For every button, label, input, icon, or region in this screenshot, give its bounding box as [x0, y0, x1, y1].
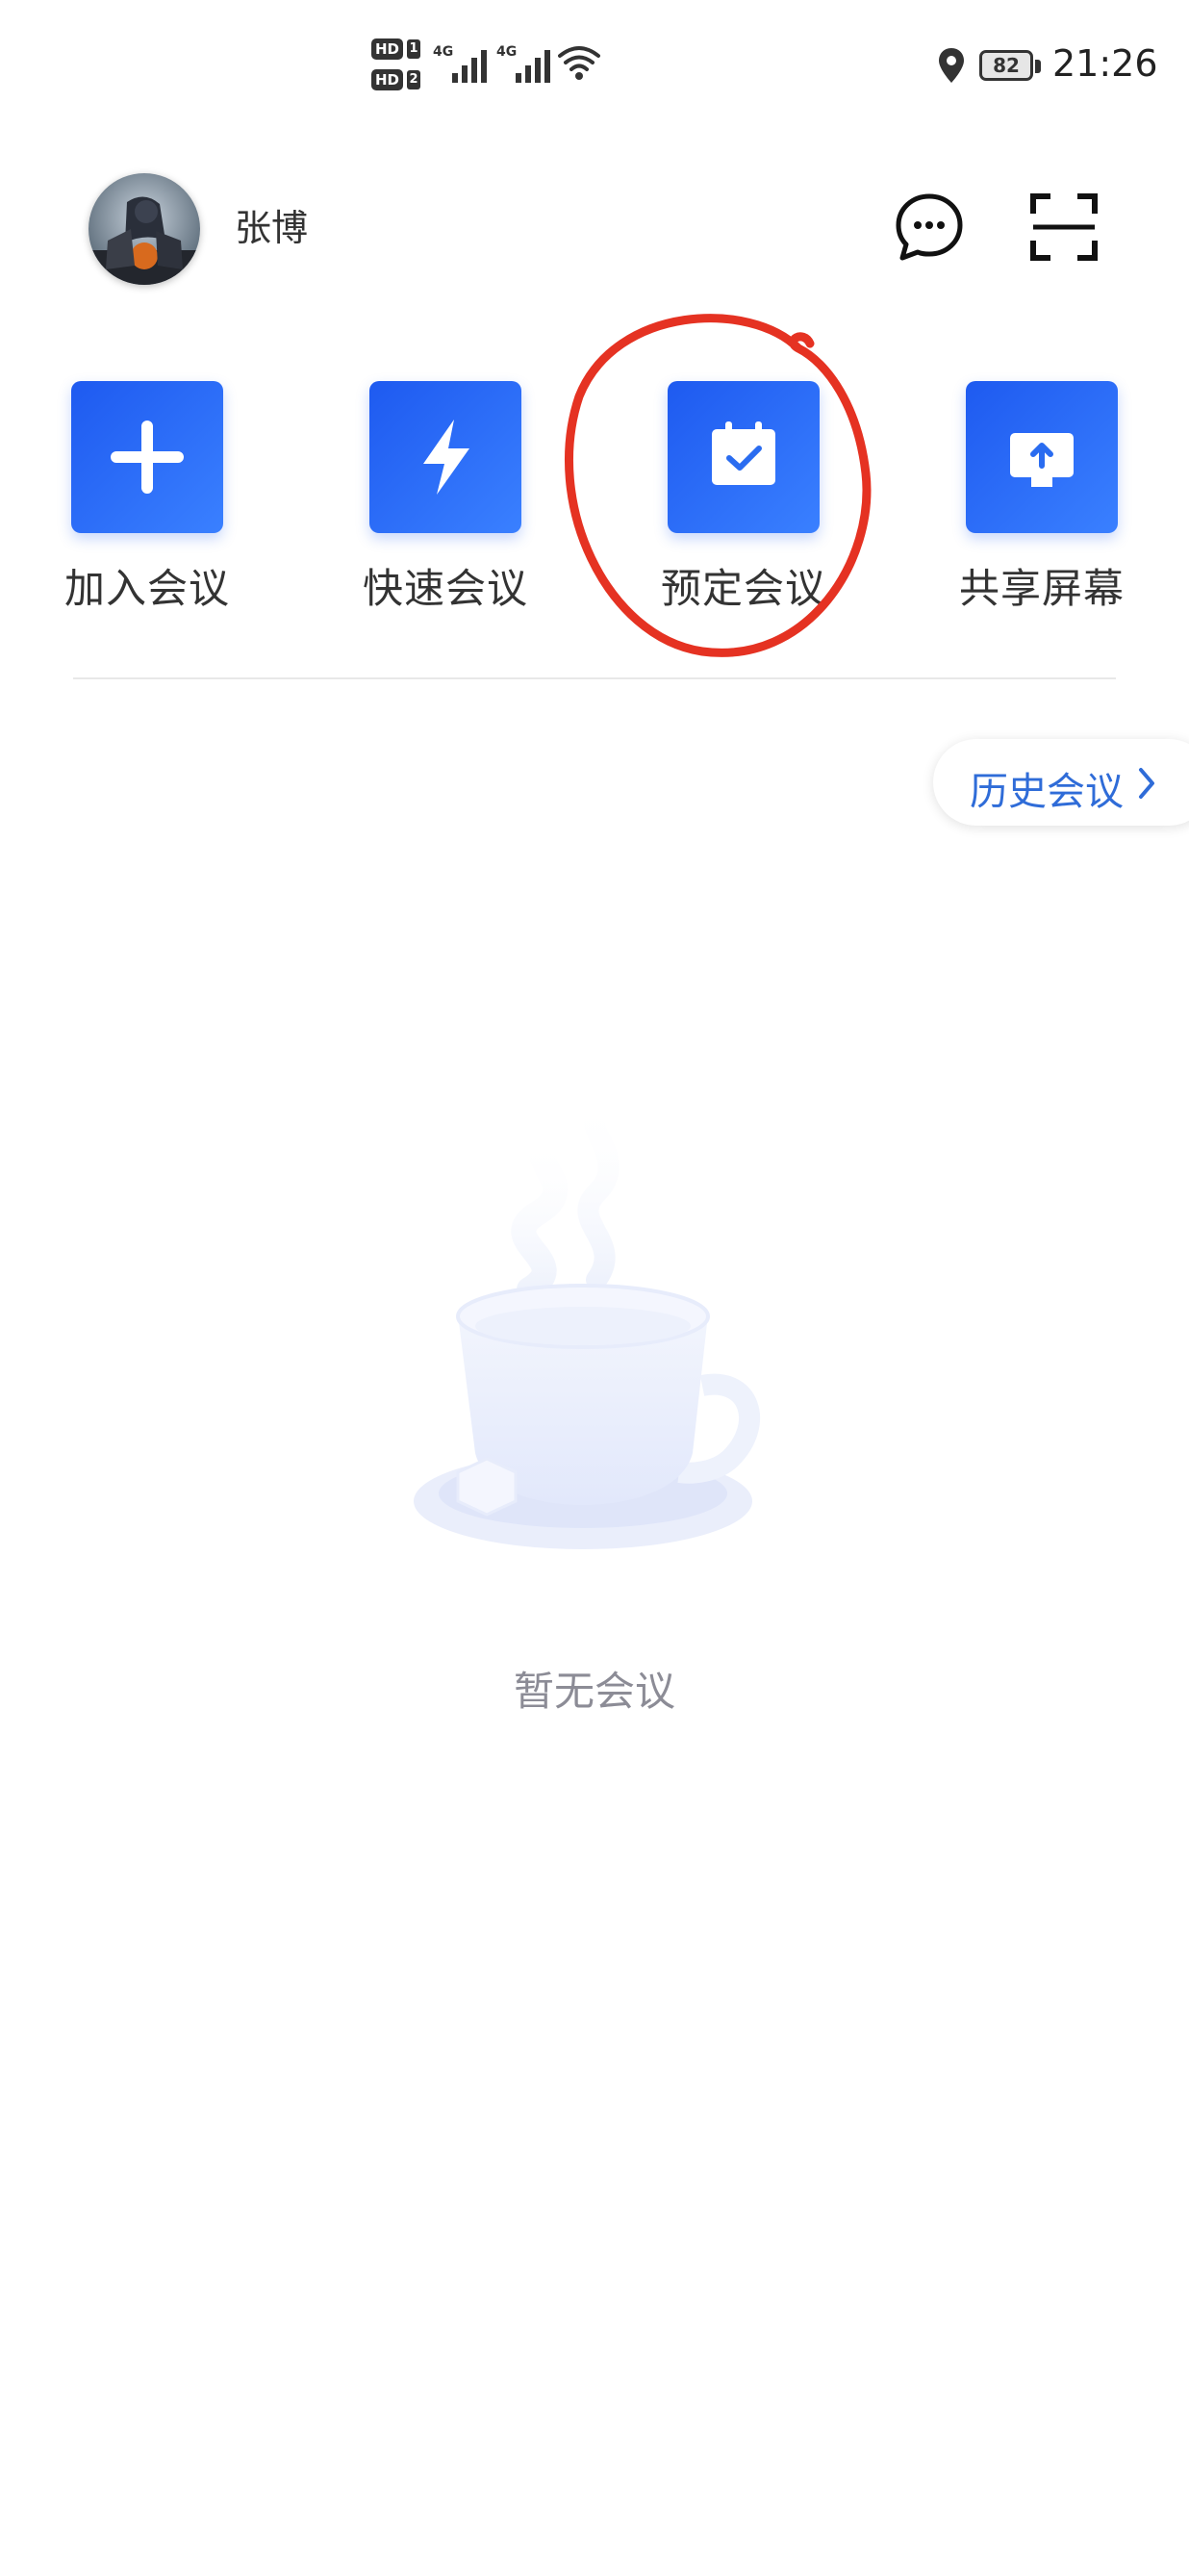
sim-number: 1 — [407, 39, 421, 59]
location-icon — [939, 48, 964, 83]
message-button[interactable] — [893, 191, 966, 264]
chat-bubble-icon — [896, 193, 963, 261]
chevron-right-icon — [1139, 768, 1154, 799]
lightning-icon — [423, 420, 469, 495]
history-label: 历史会议 — [970, 770, 1124, 814]
sim-number: 2 — [407, 70, 421, 89]
plus-icon — [111, 421, 184, 494]
wifi-icon — [558, 46, 600, 80]
hd-label: HD — [371, 69, 404, 90]
clock: 21:26 — [1052, 42, 1158, 85]
battery-icon: 82 — [979, 50, 1033, 81]
username: 张博 — [235, 207, 309, 249]
status-bar: HD 1 HD 2 4G 4G 82 21:26 — [0, 0, 1189, 135]
empty-state-text: 暂无会议 — [513, 1668, 675, 1715]
schedule-meeting-button[interactable]: 预定会议 — [625, 381, 856, 631]
schedule-meeting-tile — [668, 381, 820, 533]
action-label: 快速会议 — [362, 565, 528, 612]
action-label: 加入会议 — [63, 565, 230, 612]
scan-icon — [1030, 193, 1098, 261]
history-meetings-button[interactable]: 历史会议 — [933, 739, 1189, 826]
action-label: 预定会议 — [660, 565, 826, 612]
coffee-cup-illustration — [414, 1097, 761, 1549]
share-screen-button[interactable]: 共享屏幕 — [923, 381, 1154, 631]
join-meeting-button[interactable]: 加入会议 — [29, 381, 260, 631]
avatar-image — [89, 173, 200, 285]
quick-actions: 加入会议 快速会议 预定会议 共享屏幕 — [0, 381, 1189, 631]
network-type: 4G — [433, 44, 454, 60]
hd-indicator: HD 1 HD 2 — [371, 37, 423, 96]
share-screen-tile — [966, 381, 1118, 533]
divider — [73, 677, 1116, 679]
quick-meeting-button[interactable]: 快速会议 — [327, 381, 558, 631]
network-type: 4G — [496, 44, 518, 60]
hd-label: HD — [371, 38, 404, 60]
action-label: 共享屏幕 — [958, 565, 1125, 612]
scan-button[interactable] — [1027, 191, 1100, 264]
join-meeting-tile — [71, 381, 223, 533]
battery-tip — [1035, 60, 1041, 73]
share-screen-icon — [1010, 433, 1074, 487]
calendar-check-icon — [712, 421, 775, 485]
quick-meeting-tile — [369, 381, 521, 533]
avatar[interactable] — [89, 173, 200, 285]
